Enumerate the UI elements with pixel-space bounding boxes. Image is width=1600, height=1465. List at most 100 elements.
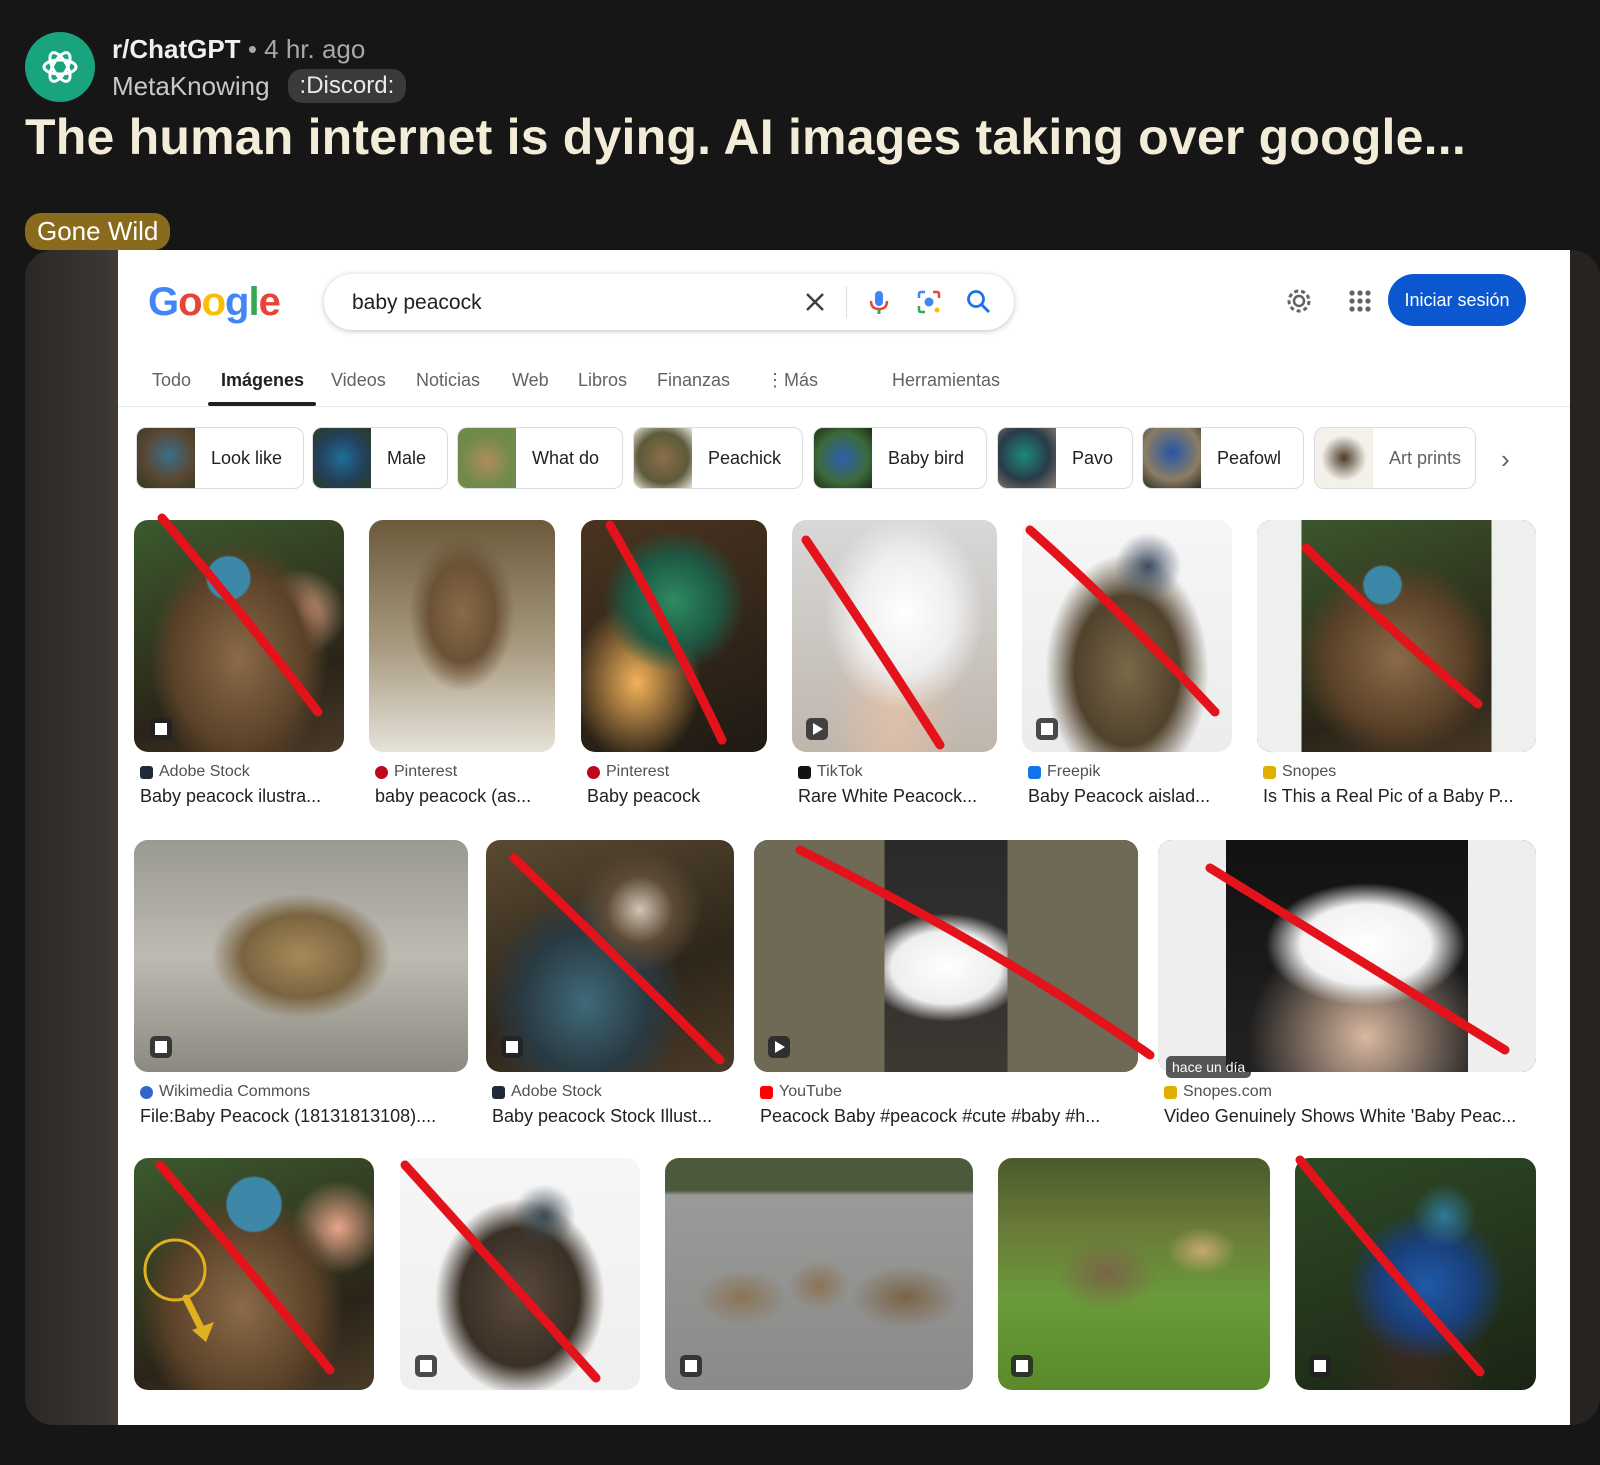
chip-male[interactable]: Male bbox=[312, 427, 448, 489]
result-source[interactable]: YouTube bbox=[760, 1083, 842, 1101]
result-source[interactable]: Snopes.com bbox=[1164, 1083, 1272, 1101]
tab-finanzas[interactable]: Finanzas bbox=[657, 370, 730, 391]
result-image-14[interactable] bbox=[998, 1158, 1270, 1390]
result-image-13[interactable] bbox=[665, 1158, 973, 1390]
tab-videos[interactable]: Videos bbox=[331, 370, 386, 391]
result-title[interactable]: Peacock Baby #peacock #cute #baby #h... bbox=[760, 1106, 1135, 1127]
result-title[interactable]: Baby peacock Stock Illust... bbox=[492, 1106, 732, 1127]
source-label: TikTok bbox=[817, 763, 863, 780]
chip-peafowl[interactable]: Peafowl bbox=[1142, 427, 1304, 489]
settings-gear-icon[interactable] bbox=[1285, 287, 1313, 315]
sign-in-button[interactable]: Iniciar sesión bbox=[1388, 274, 1526, 326]
tab-noticias[interactable]: Noticias bbox=[416, 370, 480, 391]
result-title[interactable]: Is This a Real Pic of a Baby P... bbox=[1263, 786, 1538, 807]
subreddit-avatar[interactable] bbox=[25, 32, 95, 102]
apps-grid-icon[interactable] bbox=[1348, 289, 1372, 313]
microphone-icon[interactable] bbox=[864, 287, 894, 317]
result-title[interactable]: Video Genuinely Shows White 'Baby Peac..… bbox=[1164, 1106, 1536, 1127]
result-image-11[interactable] bbox=[134, 1158, 374, 1390]
result-image-8[interactable] bbox=[486, 840, 734, 1072]
clear-icon[interactable] bbox=[800, 287, 830, 317]
chip-baby-bird[interactable]: Baby bird bbox=[813, 427, 987, 489]
chip-thumbnail bbox=[458, 428, 516, 488]
result-title[interactable]: baby peacock (as... bbox=[375, 786, 555, 807]
search-input[interactable] bbox=[350, 274, 784, 332]
image-thumbnail bbox=[1257, 520, 1536, 752]
source-label: Adobe Stock bbox=[511, 1083, 602, 1100]
tab-libros[interactable]: Libros bbox=[578, 370, 627, 391]
image-thumbnail bbox=[1295, 1158, 1536, 1390]
result-image-7[interactable] bbox=[134, 840, 468, 1072]
chip-label: Pavo bbox=[1072, 447, 1114, 468]
chip-label: What do bbox=[532, 447, 600, 468]
chip-art-prints[interactable]: Art prints bbox=[1314, 427, 1476, 489]
result-source[interactable]: Snopes bbox=[1263, 763, 1336, 781]
more-vert-icon[interactable]: ⋮ bbox=[766, 370, 784, 391]
tab-web[interactable]: Web bbox=[512, 370, 549, 391]
result-source[interactable]: Wikimedia Commons bbox=[140, 1083, 310, 1101]
author-line: MetaKnowing :Discord: bbox=[112, 69, 407, 103]
chip-look-like[interactable]: Look like bbox=[136, 427, 304, 489]
google-logo[interactable]: Google bbox=[148, 280, 281, 325]
chevron-right-icon[interactable]: › bbox=[1501, 444, 1510, 475]
result-image-4[interactable] bbox=[792, 520, 997, 752]
tab-herramientas[interactable]: Herramientas bbox=[892, 370, 1000, 391]
subreddit-link[interactable]: r/ChatGPT bbox=[112, 34, 241, 64]
chip-label: Baby bird bbox=[888, 447, 965, 468]
result-image-5[interactable] bbox=[1022, 520, 1232, 752]
image-thumbnail bbox=[486, 840, 734, 1072]
tab-mas[interactable]: Más bbox=[784, 370, 818, 391]
result-image-6[interactable] bbox=[1257, 520, 1536, 752]
search-icon[interactable] bbox=[964, 287, 994, 317]
google-screenshot[interactable]: Google Iniciar sesión Todo Imágenes Vide… bbox=[118, 250, 1570, 1425]
result-source[interactable]: Adobe Stock bbox=[492, 1083, 602, 1101]
result-image-12[interactable] bbox=[400, 1158, 640, 1390]
result-image-9[interactable] bbox=[754, 840, 1138, 1072]
result-title[interactable]: Rare White Peacock... bbox=[798, 786, 998, 807]
image-thumbnail bbox=[998, 1158, 1270, 1390]
result-source[interactable]: TikTok bbox=[798, 763, 863, 781]
lens-icon[interactable] bbox=[914, 287, 944, 317]
chip-thumbnail bbox=[137, 428, 195, 488]
chip-label: Male bbox=[387, 447, 427, 468]
post-age: 4 hr. ago bbox=[264, 34, 366, 64]
result-source[interactable]: Adobe Stock bbox=[140, 763, 250, 781]
chip-what-do[interactable]: What do bbox=[457, 427, 623, 489]
chip-thumbnail bbox=[998, 428, 1056, 488]
chip-label: Peafowl bbox=[1217, 447, 1282, 468]
chip-pavo[interactable]: Pavo bbox=[997, 427, 1133, 489]
source-label: Snopes.com bbox=[1183, 1083, 1272, 1100]
post-meta: r/ChatGPT • 4 hr. ago bbox=[112, 34, 365, 65]
image-thumbnail bbox=[1022, 520, 1232, 752]
result-source[interactable]: Pinterest bbox=[375, 763, 457, 781]
result-image-2[interactable] bbox=[369, 520, 555, 752]
image-thumbnail bbox=[581, 520, 767, 752]
result-title[interactable]: Baby Peacock aislad... bbox=[1028, 786, 1228, 807]
author-flair: :Discord: bbox=[287, 69, 407, 103]
result-image-1[interactable] bbox=[134, 520, 344, 752]
tab-todo[interactable]: Todo bbox=[152, 370, 191, 391]
logo-letter: l bbox=[248, 280, 259, 324]
tab-imagenes[interactable]: Imágenes bbox=[221, 370, 304, 391]
source-label: Freepik bbox=[1047, 763, 1101, 780]
active-tab-indicator bbox=[208, 402, 316, 406]
chip-peachick[interactable]: Peachick bbox=[633, 427, 803, 489]
result-image-15[interactable] bbox=[1295, 1158, 1536, 1390]
result-source[interactable]: Freepik bbox=[1028, 763, 1100, 781]
result-image-3[interactable] bbox=[581, 520, 767, 752]
logo-letter: g bbox=[225, 280, 249, 324]
result-title[interactable]: File:Baby Peacock (18131813108).... bbox=[140, 1106, 470, 1127]
author-link[interactable]: MetaKnowing bbox=[112, 71, 270, 102]
source-label: YouTube bbox=[779, 1083, 842, 1100]
chip-thumbnail bbox=[1315, 428, 1373, 488]
result-title[interactable]: Baby peacock ilustra... bbox=[140, 786, 340, 807]
result-title[interactable]: Baby peacock bbox=[587, 786, 767, 807]
image-thumbnail bbox=[400, 1158, 640, 1390]
logo-letter: o bbox=[201, 280, 226, 324]
post-flair[interactable]: Gone Wild bbox=[25, 213, 171, 250]
search-box[interactable] bbox=[324, 274, 1014, 332]
result-source[interactable]: Pinterest bbox=[587, 763, 669, 781]
image-thumbnail bbox=[134, 1158, 374, 1390]
post-title[interactable]: The human internet is dying. AI images t… bbox=[25, 108, 1466, 166]
result-image-10[interactable] bbox=[1158, 840, 1536, 1072]
